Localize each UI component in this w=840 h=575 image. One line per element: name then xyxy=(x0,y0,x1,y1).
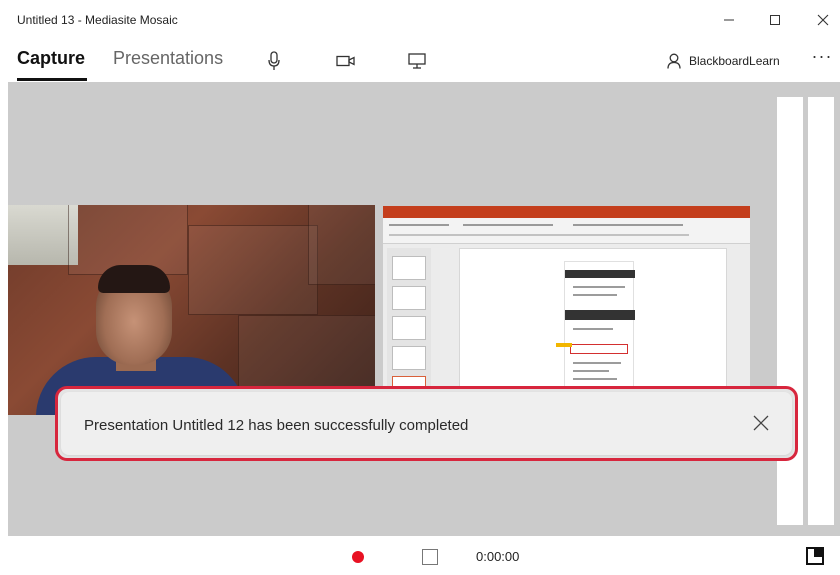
layout-icon xyxy=(814,549,822,557)
user-account[interactable]: BlackboardLearn xyxy=(667,51,780,71)
screen-app-titlebar xyxy=(383,206,750,218)
camera-background xyxy=(188,225,318,315)
notification-message: Presentation Untitled 12 has been succes… xyxy=(84,417,469,434)
minimize-button[interactable] xyxy=(706,4,752,36)
camera-preview xyxy=(8,205,375,415)
notification-highlight: Presentation Untitled 12 has been succes… xyxy=(55,386,798,461)
screen-highlight-box xyxy=(570,344,628,354)
nav-bar: Capture Presentations BlackboardLearn ··… xyxy=(0,40,840,82)
window-title: Untitled 13 - Mediasite Mosaic xyxy=(17,13,178,27)
screen-button[interactable] xyxy=(406,50,428,72)
stop-button[interactable] xyxy=(422,549,438,565)
user-icon xyxy=(667,53,681,69)
maximize-button[interactable] xyxy=(752,4,798,36)
microphone-button[interactable] xyxy=(263,50,285,72)
maximize-icon xyxy=(770,15,780,25)
tab-capture[interactable]: Capture xyxy=(17,48,85,69)
screen-preview xyxy=(383,206,750,416)
dismiss-notification-button[interactable] xyxy=(748,410,774,436)
camera-icon xyxy=(336,55,355,67)
active-tab-indicator xyxy=(17,78,87,81)
side-panel-strip xyxy=(808,97,834,525)
close-icon xyxy=(753,415,769,431)
user-name: BlackboardLearn xyxy=(689,54,780,68)
layout-toggle-button[interactable] xyxy=(806,547,824,565)
close-window-button[interactable] xyxy=(800,4,840,36)
screen-app-ribbon xyxy=(383,218,750,244)
camera-background xyxy=(308,205,375,285)
tab-presentations[interactable]: Presentations xyxy=(113,48,223,69)
screen-arrow xyxy=(556,343,572,347)
more-options-button[interactable]: ··· xyxy=(808,46,836,74)
title-bar: Untitled 13 - Mediasite Mosaic xyxy=(0,0,840,40)
recording-controls: 0:00:00 xyxy=(0,536,840,575)
presenter-hair xyxy=(98,265,170,293)
notification-toast: Presentation Untitled 12 has been succes… xyxy=(61,392,792,455)
camera-button[interactable] xyxy=(335,50,357,72)
microphone-icon xyxy=(268,51,280,70)
recording-timer: 0:00:00 xyxy=(476,549,520,564)
screen-icon xyxy=(408,53,426,69)
close-icon xyxy=(817,14,829,26)
record-button[interactable] xyxy=(352,551,364,563)
minimize-icon xyxy=(724,19,734,21)
